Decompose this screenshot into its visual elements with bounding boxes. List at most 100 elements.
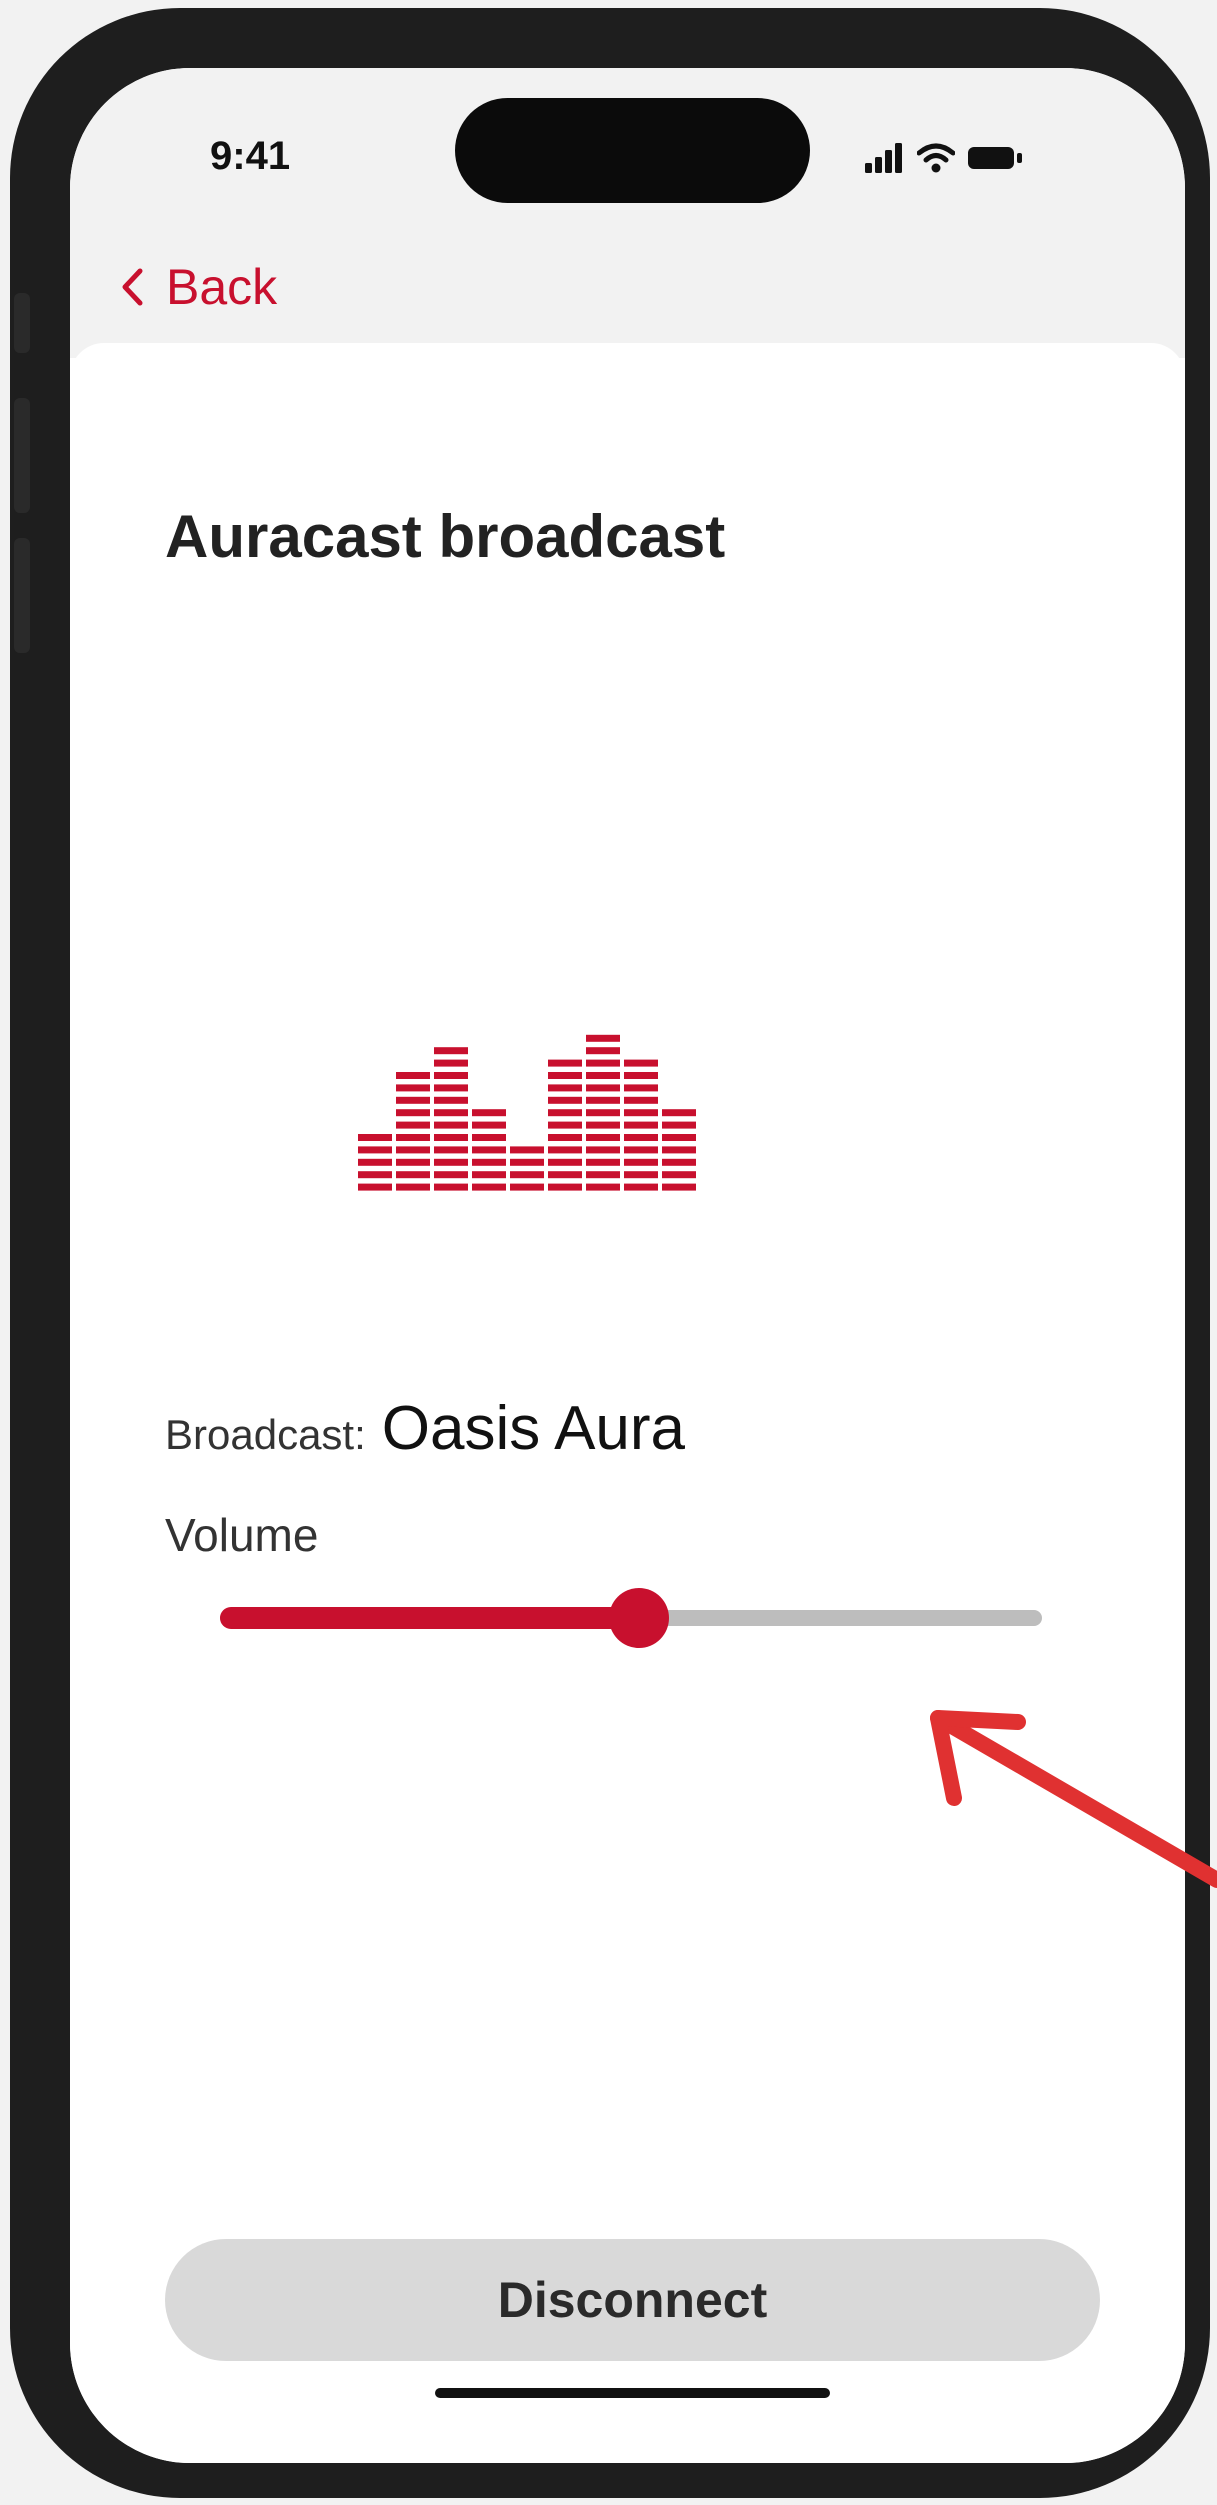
broadcast-info: Broadcast: Oasis Aura <box>165 1393 685 1464</box>
equalizer-segment <box>624 1134 658 1141</box>
equalizer-segment <box>434 1059 468 1067</box>
screen: 9:41 Back Auracast broadcast Broadcast: … <box>70 68 1185 2463</box>
equalizer-segment <box>586 1171 620 1179</box>
equalizer-segment <box>472 1109 506 1117</box>
equalizer-segment <box>586 1109 620 1117</box>
equalizer-segment <box>434 1072 468 1079</box>
equalizer-segment <box>624 1084 658 1092</box>
equalizer-segment <box>586 1059 620 1067</box>
equalizer-segment <box>662 1134 696 1141</box>
broadcast-label: Broadcast: <box>165 1411 366 1458</box>
equalizer-segment <box>662 1146 696 1154</box>
equalizer-segment <box>472 1134 506 1141</box>
equalizer-segment <box>624 1059 658 1067</box>
equalizer-segment <box>396 1084 430 1092</box>
signal-icon <box>865 143 902 173</box>
back-button[interactable]: Back <box>120 258 277 316</box>
equalizer-segment <box>624 1096 658 1104</box>
equalizer-column <box>548 1059 582 1191</box>
equalizer-segment <box>586 1047 620 1055</box>
equalizer-segment <box>662 1171 696 1179</box>
equalizer-segment <box>396 1109 430 1117</box>
equalizer-segment <box>548 1183 582 1191</box>
equalizer-segment <box>548 1096 582 1104</box>
equalizer-segment <box>434 1183 468 1191</box>
equalizer-segment <box>434 1084 468 1092</box>
equalizer-segment <box>548 1109 582 1117</box>
equalizer-segment <box>396 1096 430 1104</box>
equalizer-segment <box>548 1072 582 1079</box>
home-indicator <box>435 2388 830 2398</box>
phone-frame: 9:41 Back Auracast broadcast Broadcast: … <box>10 8 1210 2498</box>
status-time: 9:41 <box>210 134 291 178</box>
equalizer-segment <box>586 1084 620 1092</box>
equalizer-segment <box>434 1047 468 1055</box>
page-title: Auracast broadcast <box>165 503 726 570</box>
equalizer-segment <box>358 1158 392 1166</box>
equalizer-column <box>624 1059 658 1191</box>
equalizer-segment <box>586 1134 620 1141</box>
equalizer-segment <box>586 1183 620 1191</box>
equalizer-segment <box>396 1183 430 1191</box>
equalizer-segment <box>434 1134 468 1141</box>
equalizer-segment <box>510 1158 544 1166</box>
equalizer-segment <box>624 1146 658 1154</box>
equalizer-segment <box>472 1171 506 1179</box>
equalizer-segment <box>624 1121 658 1129</box>
equalizer-segment <box>358 1171 392 1179</box>
side-button-action <box>14 293 30 353</box>
equalizer-segment <box>662 1158 696 1166</box>
equalizer-segment <box>624 1171 658 1179</box>
equalizer-segment <box>586 1158 620 1166</box>
equalizer-segment <box>396 1121 430 1129</box>
equalizer-segment <box>510 1146 544 1154</box>
equalizer-segment <box>434 1096 468 1104</box>
equalizer-segment <box>472 1183 506 1191</box>
dynamic-island <box>455 98 810 203</box>
equalizer-segment <box>548 1134 582 1141</box>
equalizer-segment <box>548 1059 582 1067</box>
volume-label: Volume <box>165 1509 319 1561</box>
equalizer-segment <box>548 1171 582 1179</box>
equalizer-column <box>434 1047 468 1191</box>
equalizer-segment <box>396 1158 430 1166</box>
equalizer-segment <box>586 1034 620 1042</box>
equalizer-column <box>396 1072 430 1191</box>
status-icons <box>865 138 1023 178</box>
equalizer-segment <box>396 1134 430 1141</box>
arrow-annotation-icon <box>930 1710 1217 1888</box>
equalizer-segment <box>358 1134 392 1141</box>
equalizer-segment <box>548 1084 582 1092</box>
equalizer-segment <box>358 1183 392 1191</box>
side-button-volume-up <box>14 398 30 513</box>
volume-slider-thumb[interactable] <box>609 1588 670 1648</box>
equalizer-segment <box>586 1121 620 1129</box>
equalizer-segment <box>396 1072 430 1079</box>
equalizer-segment <box>624 1109 658 1117</box>
equalizer-segment <box>548 1121 582 1129</box>
broadcast-name: Oasis Aura <box>381 1394 686 1463</box>
equalizer-segment <box>662 1109 696 1117</box>
equalizer-segment <box>396 1146 430 1154</box>
volume-slider-fill <box>220 1607 640 1629</box>
equalizer-column <box>358 1134 392 1191</box>
equalizer-segment <box>586 1146 620 1154</box>
equalizer-segment <box>472 1121 506 1129</box>
equalizer-segment <box>510 1171 544 1179</box>
equalizer-segment <box>586 1072 620 1079</box>
equalizer-segment <box>472 1158 506 1166</box>
equalizer-segment <box>586 1096 620 1104</box>
volume-slider[interactable] <box>220 1588 1042 1648</box>
equalizer-segment <box>624 1183 658 1191</box>
equalizer-segment <box>662 1121 696 1129</box>
equalizer-segment <box>662 1183 696 1191</box>
equalizer-segment <box>548 1146 582 1154</box>
status-nav-bar: 9:41 Back <box>70 68 1185 358</box>
chevron-left-icon <box>122 268 143 306</box>
back-label: Back <box>166 259 278 315</box>
equalizer-segment <box>396 1171 430 1179</box>
equalizer-segment <box>434 1121 468 1129</box>
disconnect-button[interactable]: Disconnect <box>165 2239 1100 2361</box>
main-content: Auracast broadcast Broadcast: Oasis Aura… <box>70 343 1185 2463</box>
equalizer-segment <box>548 1158 582 1166</box>
